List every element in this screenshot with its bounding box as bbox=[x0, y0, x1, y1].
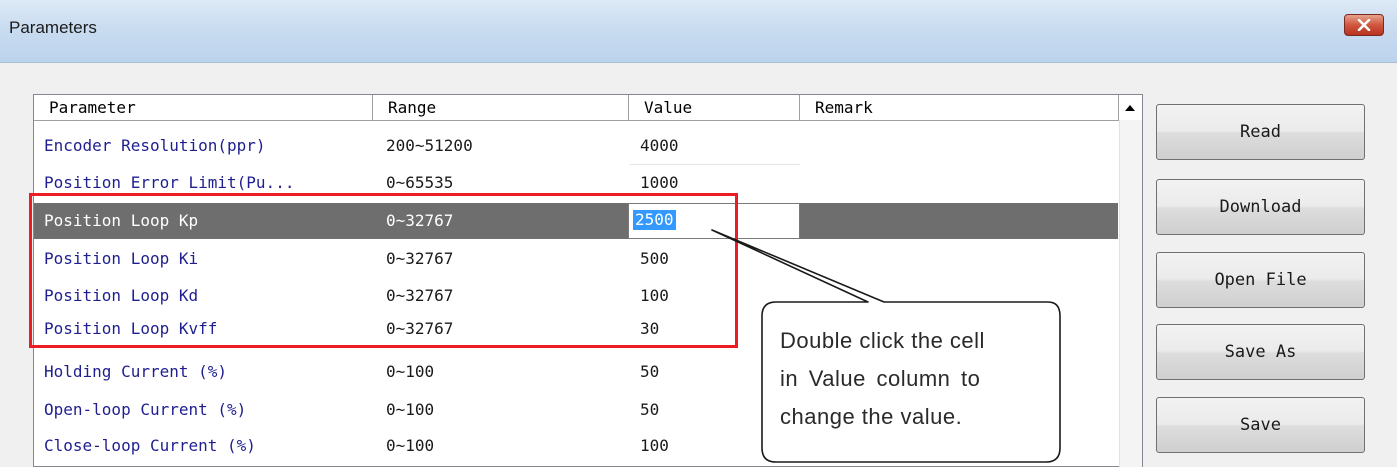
callout-text: Double click the cell in Value column to… bbox=[780, 322, 1040, 436]
callout-line: change the value. bbox=[780, 404, 963, 429]
download-button[interactable]: Download bbox=[1156, 179, 1365, 235]
parameters-dialog: Parameters Parameter Range Value Remark … bbox=[0, 0, 1397, 467]
callout-line: in Value column to bbox=[780, 366, 981, 391]
save-as-button[interactable]: Save As bbox=[1156, 324, 1365, 380]
read-button[interactable]: Read bbox=[1156, 104, 1365, 160]
callout-line: Double click the cell bbox=[780, 328, 985, 353]
save-button[interactable]: Save bbox=[1156, 397, 1365, 453]
open-file-button[interactable]: Open File bbox=[1156, 252, 1365, 308]
